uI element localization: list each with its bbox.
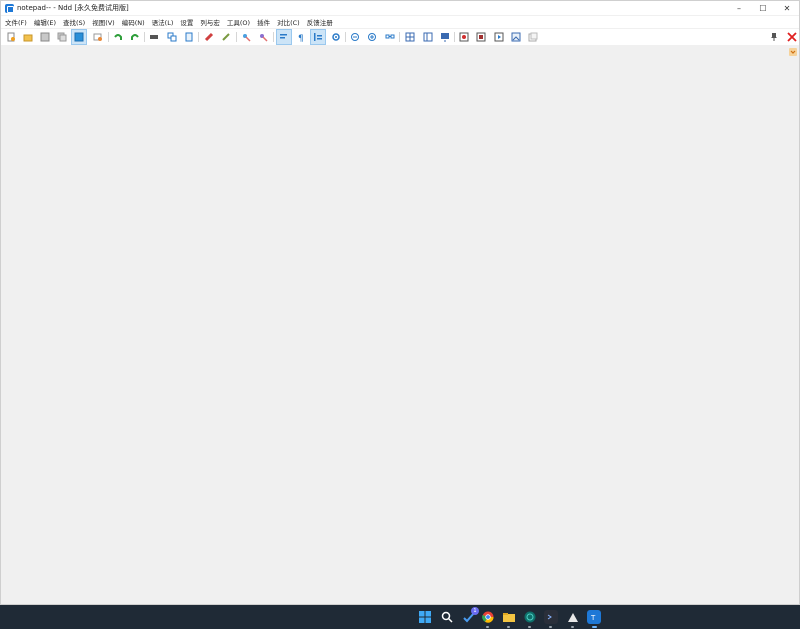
save-icon[interactable] — [39, 31, 51, 43]
close-button[interactable]: ✕ — [775, 1, 799, 15]
menu-encoding[interactable]: 编码(N) — [122, 17, 145, 27]
running-indicator — [528, 626, 531, 628]
menu-compare[interactable]: 对比(C) — [277, 17, 300, 27]
paste-icon[interactable] — [183, 31, 195, 43]
undo-icon[interactable] — [112, 31, 124, 43]
menu-column-macro[interactable]: 列与宏 — [200, 17, 220, 27]
indent-guide-icon[interactable] — [310, 29, 326, 45]
toolbar-separator — [345, 32, 346, 42]
menu-plugins[interactable]: 插件 — [257, 17, 270, 27]
find-icon[interactable] — [203, 31, 215, 43]
redo-icon[interactable] — [129, 31, 141, 43]
zoom-in-icon[interactable] — [349, 31, 361, 43]
svg-text:T: T — [590, 614, 596, 622]
store-icon[interactable] — [566, 610, 580, 624]
search-icon[interactable] — [440, 610, 454, 624]
image-icon[interactable] — [510, 31, 522, 43]
running-indicator — [486, 626, 489, 628]
maximize-button[interactable]: ☐ — [751, 1, 775, 15]
toolbar: ¶ — [1, 29, 799, 45]
menu-tools[interactable]: 工具(O) — [227, 17, 250, 27]
toolbar-separator — [399, 32, 400, 42]
compare-dir-icon[interactable] — [404, 31, 416, 43]
mark-clear-icon[interactable] — [257, 31, 269, 43]
running-indicator — [507, 626, 510, 628]
title-bar: notepad-- - Ndd [永久免费试用版] – ☐ ✕ — [1, 1, 799, 15]
notification-badge: 1 — [471, 607, 479, 615]
menu-language[interactable]: 语法(L) — [152, 17, 174, 27]
batch-icon[interactable] — [527, 31, 539, 43]
open-folder-icon[interactable] — [22, 31, 34, 43]
play-macro-icon[interactable] — [493, 31, 505, 43]
chevron-down-icon[interactable] — [789, 48, 797, 56]
terminal-icon[interactable] — [544, 610, 558, 624]
menu-file[interactable]: 文件(F) — [5, 17, 27, 27]
copy-icon[interactable] — [166, 31, 178, 43]
chrome-icon[interactable] — [481, 610, 495, 624]
svg-text:¶: ¶ — [298, 34, 304, 42]
menu-feedback[interactable]: 反馈注册 — [307, 17, 333, 27]
teal-app-icon[interactable] — [523, 610, 537, 624]
window-title: notepad-- - Ndd [永久免费试用版] — [17, 4, 129, 12]
window-controls: – ☐ ✕ — [727, 1, 799, 15]
menu-bar: 文件(F) 编辑(E) 查找(S) 视图(V) 编码(N) 语法(L) 设置 列… — [1, 16, 799, 28]
zoom-icon[interactable] — [330, 31, 342, 43]
zoom-out-icon[interactable] — [366, 31, 378, 43]
new-file-icon[interactable] — [5, 31, 17, 43]
menu-edit[interactable]: 编辑(E) — [34, 17, 56, 27]
compare-file-icon[interactable] — [422, 31, 434, 43]
stop-macro-icon[interactable] — [475, 31, 487, 43]
link-icon[interactable] — [384, 31, 396, 43]
running-indicator — [549, 626, 552, 628]
toolbar-separator — [108, 32, 109, 42]
replace-icon[interactable] — [220, 31, 232, 43]
monitor-icon[interactable] — [439, 31, 451, 43]
record-macro-icon[interactable] — [458, 31, 470, 43]
toolbar-separator — [454, 32, 455, 42]
wrap-icon[interactable] — [276, 29, 292, 45]
close-file-icon[interactable] — [71, 29, 87, 45]
pin-icon[interactable] — [767, 30, 781, 44]
active-indicator — [592, 626, 597, 628]
menu-search[interactable]: 查找(S) — [63, 17, 85, 27]
editor-area[interactable] — [1, 46, 799, 604]
app-window: notepad-- - Ndd [永久免费试用版] – ☐ ✕ 文件(F) 编辑… — [0, 0, 800, 605]
menu-view[interactable]: 视图(V) — [92, 17, 115, 27]
toolbar-separator — [198, 32, 199, 42]
save-all-icon[interactable] — [56, 31, 68, 43]
close-tab-icon[interactable] — [785, 30, 799, 44]
show-symbols-icon[interactable]: ¶ — [295, 31, 307, 43]
files-icon[interactable] — [502, 610, 516, 624]
notepad-icon[interactable]: T — [587, 610, 601, 624]
running-indicator — [571, 626, 574, 628]
minimize-button[interactable]: – — [727, 1, 751, 15]
toolbar-separator — [236, 32, 237, 42]
app-logo-icon — [5, 3, 14, 13]
toolbar-separator — [144, 32, 145, 42]
start-icon[interactable] — [418, 610, 432, 624]
tasks-icon[interactable]: 1 — [462, 607, 479, 624]
menu-settings[interactable]: 设置 — [180, 17, 193, 27]
cut-icon[interactable] — [148, 31, 160, 43]
taskbar: 1 T — [0, 605, 800, 629]
mark-icon[interactable] — [240, 31, 252, 43]
toolbar-separator — [273, 32, 274, 42]
close-all-icon[interactable] — [92, 31, 104, 43]
